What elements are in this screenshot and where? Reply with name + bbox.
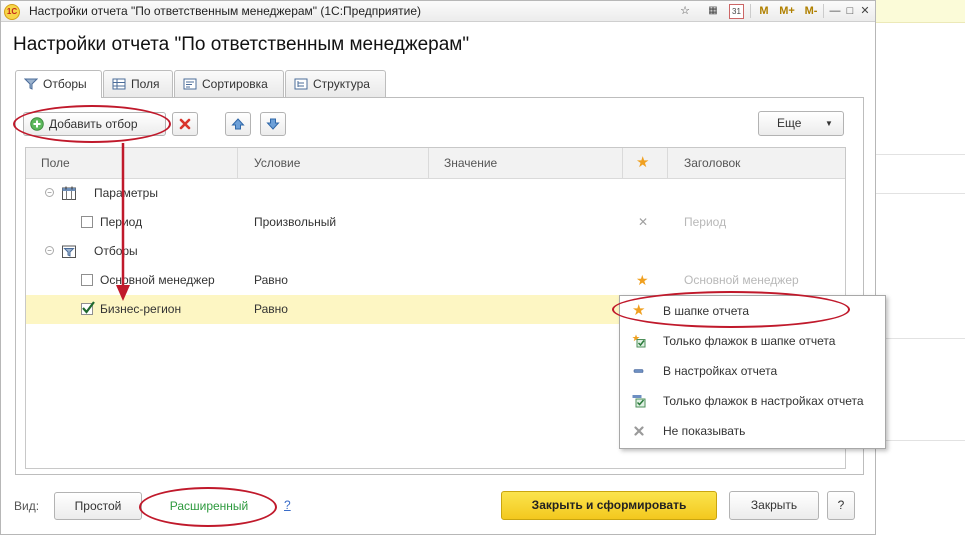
menu-item-checkbox-in-header[interactable]: Только флажок в шапке отчета [620, 326, 885, 356]
more-label: Еще [777, 116, 802, 130]
toolbar-separator [823, 4, 824, 18]
tab-label: Структура [313, 77, 370, 91]
close-and-generate-button[interactable]: Закрыть и сформировать [501, 491, 717, 520]
annotation-arrow [116, 143, 130, 301]
star-checkbox-icon [632, 334, 646, 348]
tab-label: Отборы [43, 77, 87, 91]
caption-value[interactable]: Период [684, 208, 726, 237]
condition-value[interactable]: Равно [254, 266, 288, 295]
collapse-toggle-icon[interactable]: − [45, 188, 54, 197]
minimize-icon[interactable]: — [827, 3, 843, 19]
fields-icon [112, 78, 126, 90]
memory-m-button[interactable]: M [756, 3, 772, 19]
column-field[interactable]: Поле [41, 148, 70, 178]
move-up-button[interactable] [225, 112, 251, 136]
parameters-icon [62, 186, 76, 200]
column-divider [237, 148, 238, 178]
not-shown-icon[interactable]: ✕ [638, 208, 648, 237]
background-line [876, 154, 965, 155]
column-divider [428, 148, 429, 178]
simple-view-button[interactable]: Простой [54, 492, 142, 520]
page-title: Настройки отчета "По ответственным менед… [13, 34, 470, 55]
calendar-icon[interactable]: 31 [729, 4, 744, 19]
footer-bar: Вид: Простой Расширенный ? Закрыть и сфо… [1, 481, 875, 531]
checkmark-icon [82, 301, 95, 314]
tab-label: Поля [131, 77, 160, 91]
favorite-icon[interactable]: ☆ [677, 3, 693, 19]
help-button[interactable]: ? [827, 491, 855, 520]
close-button[interactable]: Закрыть [729, 491, 819, 520]
star-icon[interactable]: ★ [636, 266, 649, 295]
background-window [876, 0, 965, 535]
tab-filters[interactable]: Отборы [15, 70, 102, 98]
background-yellow-bar [876, 0, 965, 23]
maximize-icon[interactable]: □ [842, 3, 858, 19]
menu-item-label: Только флажок в шапке отчета [663, 334, 836, 348]
memory-plus-button[interactable]: M+ [776, 3, 798, 19]
help-link[interactable]: ? [284, 498, 291, 512]
memory-minus-button[interactable]: M- [801, 3, 821, 19]
delete-button[interactable] [172, 112, 198, 136]
menu-item-label: В настройках отчета [663, 364, 778, 378]
move-down-button[interactable] [260, 112, 286, 136]
window-title: Настройки отчета "По ответственным менед… [29, 4, 422, 18]
column-value[interactable]: Значение [444, 148, 497, 178]
delete-icon [179, 118, 191, 130]
grey-x-icon [634, 426, 644, 436]
row-checkbox-checked[interactable] [81, 301, 95, 315]
menu-item-do-not-show[interactable]: Не показывать [620, 416, 885, 446]
table-row[interactable]: Период Произвольный ✕ Период [26, 208, 845, 237]
column-caption[interactable]: Заголовок [684, 148, 740, 178]
app-logo-icon: 1С [4, 4, 20, 20]
highlight-oval [13, 105, 171, 143]
filters-group-icon [62, 245, 76, 258]
row-checkbox[interactable] [81, 216, 93, 228]
tab-fields[interactable]: Поля [103, 70, 173, 97]
title-bar: 1С Настройки отчета "По ответственным ме… [1, 1, 875, 22]
background-line [876, 193, 965, 194]
highlight-oval [612, 291, 850, 328]
dropdown-arrow-icon: ▼ [825, 119, 833, 128]
dash-icon [633, 369, 644, 373]
tab-sorting[interactable]: Сортировка [174, 70, 284, 97]
view-label: Вид: [14, 499, 40, 513]
column-divider [622, 148, 623, 178]
column-display-mode-star-icon[interactable]: ★ [636, 148, 649, 178]
highlight-oval [139, 487, 277, 527]
toolbar-separator [750, 4, 751, 18]
filter-icon [24, 78, 38, 90]
tab-structure[interactable]: Структура [285, 70, 386, 97]
more-menu-button[interactable]: Еще ▼ [758, 111, 844, 136]
calculator-icon[interactable]: ▦ [705, 3, 721, 19]
structure-icon [294, 78, 308, 90]
menu-item-checkbox-in-settings[interactable]: Только флажок в настройках отчета [620, 386, 885, 416]
background-line [876, 338, 965, 339]
menu-item-label: Не показывать [663, 424, 746, 438]
close-window-icon[interactable]: ✕ [857, 3, 873, 19]
menu-item-label: Только флажок в настройках отчета [663, 394, 864, 408]
table-row[interactable]: − Параметры [26, 179, 845, 208]
column-condition[interactable]: Условие [254, 148, 300, 178]
sort-icon [183, 78, 197, 90]
table-header: Поле Условие Значение ★ Заголовок [26, 148, 845, 179]
menu-item-in-report-settings[interactable]: В настройках отчета [620, 356, 885, 386]
background-line [876, 440, 965, 441]
column-divider [667, 148, 668, 178]
collapse-toggle-icon[interactable]: − [45, 246, 54, 255]
checkbox-icon [632, 395, 646, 408]
row-checkbox[interactable] [81, 274, 93, 286]
arrow-up-icon [231, 118, 245, 130]
condition-value[interactable]: Произвольный [254, 208, 336, 237]
arrow-down-icon [266, 118, 280, 130]
tab-label: Сортировка [202, 77, 268, 91]
report-settings-window: 1С Настройки отчета "По ответственным ме… [0, 0, 876, 535]
condition-value[interactable]: Равно [254, 295, 288, 324]
table-row[interactable]: − Отборы [26, 237, 845, 266]
